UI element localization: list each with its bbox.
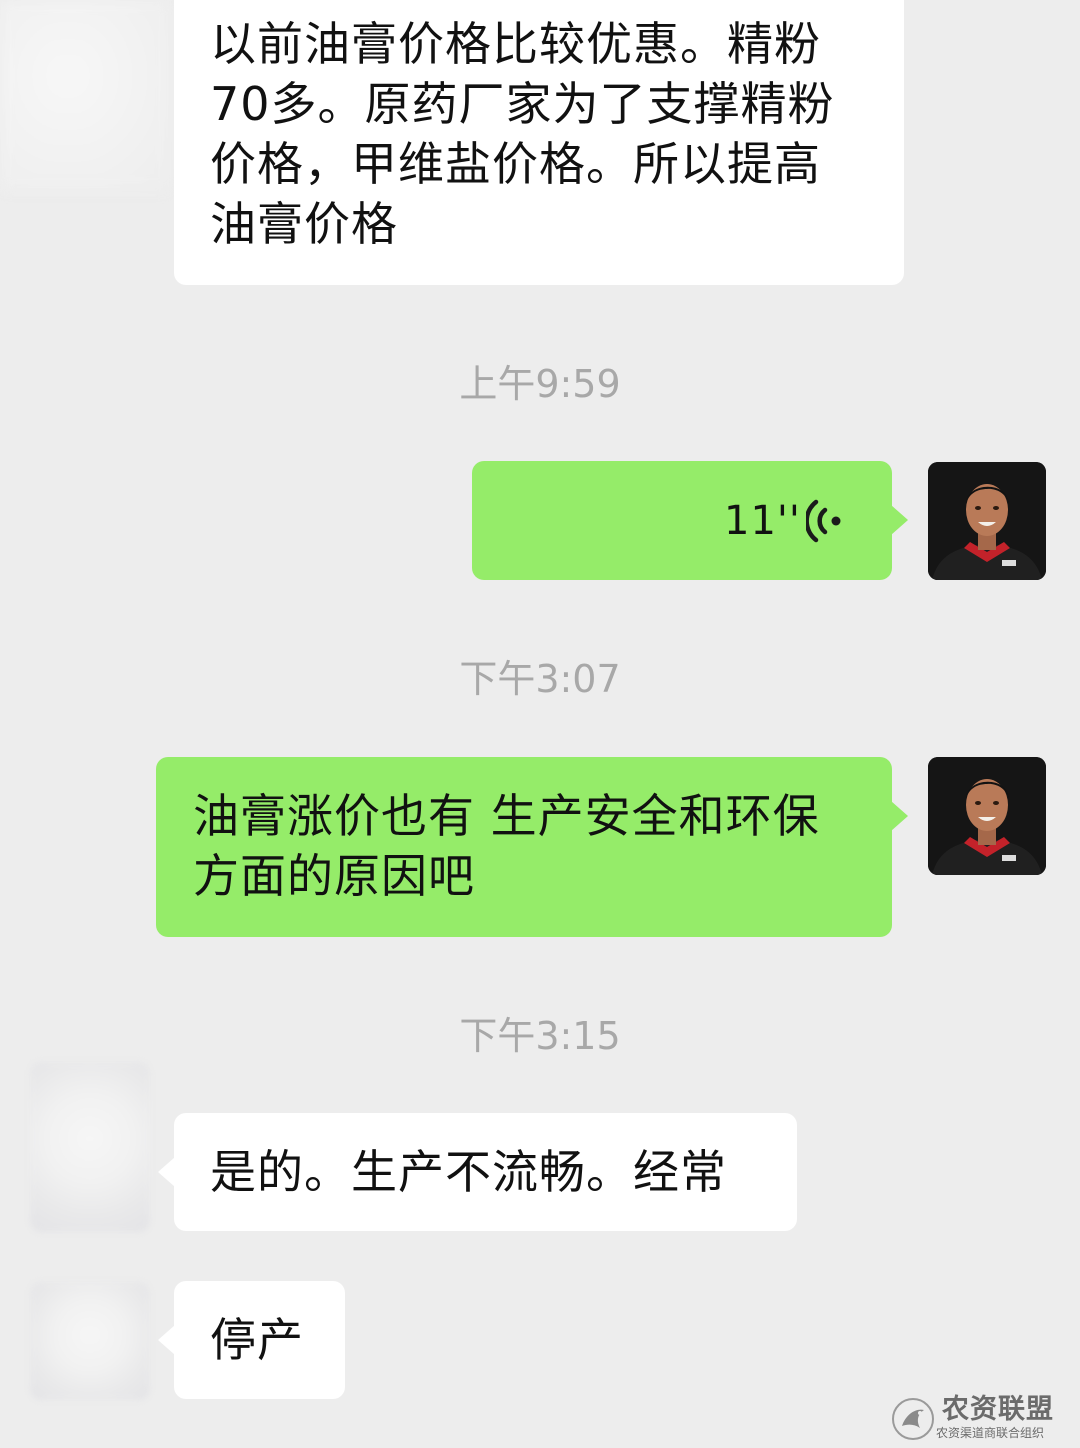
watermark-subtitle: 农资渠道商联合组织 <box>936 1426 1045 1440</box>
voice-message-bubble[interactable]: 11'' <box>472 461 908 580</box>
message-line: 方面的原因吧 <box>193 849 475 903</box>
watermark: 农资联盟 农资渠道商联合组织 <box>890 1394 1070 1444</box>
avatar[interactable] <box>928 462 1046 580</box>
message-bubble-outgoing[interactable]: 油膏涨价也有 生产安全和环保 方面的原因吧 <box>156 757 908 937</box>
watermark-logo-icon <box>892 1398 934 1440</box>
message-line: 停产 <box>210 1313 304 1367</box>
message-line: 是的。生产不流畅。经常 <box>210 1145 727 1199</box>
blurred-avatar-top <box>0 0 170 190</box>
timestamp: 下午3:07 <box>459 657 621 701</box>
timestamp: 上午9:59 <box>459 362 621 406</box>
message-bubble-incoming[interactable]: 以前油膏价格比较优惠。精粉 70多。原药厂家为了支撑精粉 价格，甲维盐价格。所以… <box>174 0 904 285</box>
avatar-blurred[interactable] <box>30 1282 150 1400</box>
voice-wave-icon <box>806 499 841 543</box>
message-line: 价格，甲维盐价格。所以提高 <box>210 137 821 191</box>
avatar-blurred[interactable] <box>30 1062 150 1232</box>
message-line: 70多。原药厂家为了支撑精粉 <box>210 77 835 131</box>
avatar[interactable] <box>928 757 1046 875</box>
message-bubble-incoming[interactable]: 停产 <box>158 1281 345 1399</box>
timestamp: 下午3:15 <box>459 1014 621 1058</box>
message-bubble-incoming[interactable]: 是的。生产不流畅。经常 <box>158 1113 797 1231</box>
message-line: 以前油膏价格比较优惠。精粉 <box>210 17 821 71</box>
message-line: 油膏价格 <box>210 197 398 251</box>
watermark-title: 农资联盟 <box>942 1394 1054 1425</box>
chat-view[interactable]: 以前油膏价格比较优惠。精粉 70多。原药厂家为了支撑精粉 价格，甲维盐价格。所以… <box>0 0 1080 1448</box>
voice-duration: 11'' <box>724 498 801 544</box>
message-line: 油膏涨价也有 生产安全和环保 <box>193 789 820 843</box>
